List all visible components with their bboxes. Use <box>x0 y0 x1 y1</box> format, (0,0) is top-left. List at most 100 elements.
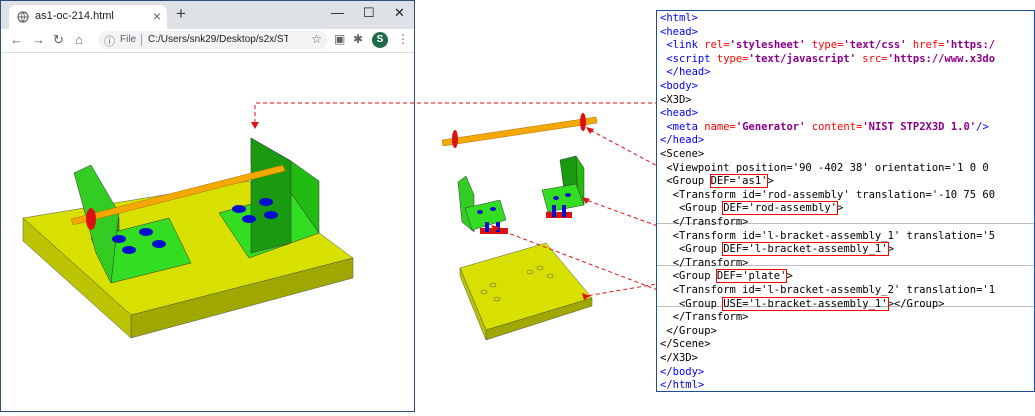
code-token: <Group <box>660 270 717 283</box>
code-line: <Group DEF='plate'> <box>660 269 793 284</box>
code-line: <head> <box>660 107 698 120</box>
code-token: 'stylesheet' <box>729 39 806 52</box>
exploded-bracket-1-bolt <box>485 222 489 232</box>
hole <box>242 215 256 223</box>
code-token: name= <box>704 120 736 133</box>
tab-close-icon[interactable]: × <box>153 8 161 24</box>
hole <box>490 207 496 211</box>
highlighted-token: DEF='plate' <box>715 269 788 284</box>
right-bracket-face <box>250 137 292 254</box>
exploded-rod <box>441 116 598 147</box>
code-token: </Transform> <box>660 216 749 228</box>
hole <box>480 289 488 295</box>
maximize-button[interactable]: ☐ <box>363 5 375 21</box>
code-token: > <box>767 175 774 188</box>
browser-tab[interactable]: as1-oc-214.html × <box>9 5 167 29</box>
code-line: <link rel='stylesheet' type='text/css' h… <box>660 39 995 52</box>
exploded-bracket-2-base <box>541 183 585 213</box>
code-line: </Scene> <box>660 338 711 351</box>
code-line: <Transform id='rod-assembly' translation… <box>660 189 995 202</box>
home-icon[interactable]: ⌂ <box>75 32 83 47</box>
x3d-viewport[interactable] <box>1 53 414 411</box>
code-token: <link <box>666 39 705 52</box>
url-text[interactable]: C:/Users/snk29/Desktop/s2x/STEP... <box>148 34 288 45</box>
forward-arrow-icon[interactable]: → <box>32 32 45 47</box>
hole <box>477 210 483 214</box>
code-token: > <box>837 202 844 215</box>
code-token: </html> <box>660 379 705 392</box>
code-line: <head> <box>660 26 698 39</box>
exploded-bracket-2-bolt <box>552 205 556 217</box>
code-token: </Transform> <box>660 256 749 269</box>
code-token: src= <box>855 52 888 65</box>
code-token: <Group <box>660 202 724 215</box>
back-arrow-icon[interactable]: ← <box>10 32 23 47</box>
globe-icon <box>17 11 29 23</box>
exploded-bracket-1-base <box>464 199 507 231</box>
code-line: <Group DEF='l-bracket-assembly_1'> <box>660 242 894 257</box>
code-token: </X3D> <box>660 352 698 364</box>
hole <box>152 240 166 248</box>
hole <box>489 282 497 288</box>
rod-end-cap <box>86 208 96 230</box>
code-token: <Transform id='rod-assembly' translation… <box>660 188 996 201</box>
exploded-plate-top <box>459 242 593 331</box>
address-bar[interactable]: ⓘ File C:/Users/snk29/Desktop/s2x/STEP..… <box>98 31 328 49</box>
assembled-model <box>22 137 354 339</box>
code-line: <Transform id='l-bracket-assembly_1' tra… <box>660 230 995 243</box>
hole <box>264 211 278 219</box>
puzzle-icon[interactable]: ✱ <box>353 32 363 46</box>
code-token: <body> <box>660 80 698 92</box>
code-line: <X3D> <box>660 94 692 107</box>
code-line: <Group DEF='as1'> <box>660 174 774 189</box>
code-line: </Transform> <box>660 216 749 229</box>
code-token: </body> <box>660 365 705 378</box>
highlighted-token: USE='l-bracket-assembly_1' <box>722 296 889 311</box>
code-token: > <box>786 270 793 283</box>
extension-icon[interactable]: ▣ <box>334 32 345 46</box>
hole <box>565 193 571 197</box>
hole <box>493 296 501 302</box>
code-line: <Scene> <box>660 148 704 161</box>
code-token: rel= <box>704 39 730 52</box>
code-token: <head> <box>660 25 698 38</box>
avatar[interactable]: S <box>372 32 388 48</box>
hole <box>112 235 126 243</box>
new-tab-button[interactable]: + <box>176 4 186 24</box>
exploded-rod-cap-left <box>452 130 458 148</box>
code-token: <Transform id='l-bracket-assembly_1' tra… <box>660 229 996 242</box>
hole <box>139 228 153 236</box>
code-token: href= <box>906 39 945 52</box>
code-line: <Transform id='l-bracket-assembly_2' tra… <box>660 284 995 297</box>
tab-title: as1-oc-214.html <box>35 10 114 22</box>
x3d-code-panel: <html> <head> <link rel='stylesheet' type… <box>656 10 1035 392</box>
code-token: <script <box>666 52 717 65</box>
hole <box>232 205 246 213</box>
code-line: </Transform> <box>660 311 749 324</box>
code-line: <script type='text/javascript' src='http… <box>660 53 995 66</box>
code-line: </head> <box>660 134 704 147</box>
code-token: type= <box>805 39 844 52</box>
hole <box>536 265 544 271</box>
reload-icon[interactable]: ↻ <box>53 32 64 48</box>
tab-strip: as1-oc-214.html × + — ☐ ✕ <box>1 1 414 29</box>
code-token: 'text/javascript' <box>748 52 856 65</box>
code-token: <html> <box>660 12 698 24</box>
code-line: </body> <box>660 366 704 379</box>
info-icon[interactable]: ⓘ <box>104 33 115 49</box>
menu-kebab-icon[interactable]: ⋮ <box>397 32 409 46</box>
code-line: <Group USE='l-bracket-assembly_1'></Grou… <box>660 296 945 311</box>
bookmark-star-icon[interactable]: ☆ <box>311 32 322 46</box>
code-line: </Transform> <box>660 257 749 270</box>
code-token: <Group <box>660 243 724 256</box>
code-line: <Group DEF='rod-assembly'> <box>660 201 844 216</box>
minimize-button[interactable]: — <box>331 5 344 20</box>
close-window-button[interactable]: ✕ <box>394 5 405 21</box>
code-line: </Group> <box>660 325 717 338</box>
browser-window: as1-oc-214.html × + — ☐ ✕ ← → ↻ ⌂ ⓘ File… <box>0 0 415 412</box>
code-line: </head> <box>660 66 710 79</box>
hole <box>259 198 273 206</box>
code-token: type= <box>716 52 749 65</box>
exploded-bracket-2-bolt <box>562 205 566 217</box>
exploded-bracket-2-fastener <box>546 212 572 218</box>
